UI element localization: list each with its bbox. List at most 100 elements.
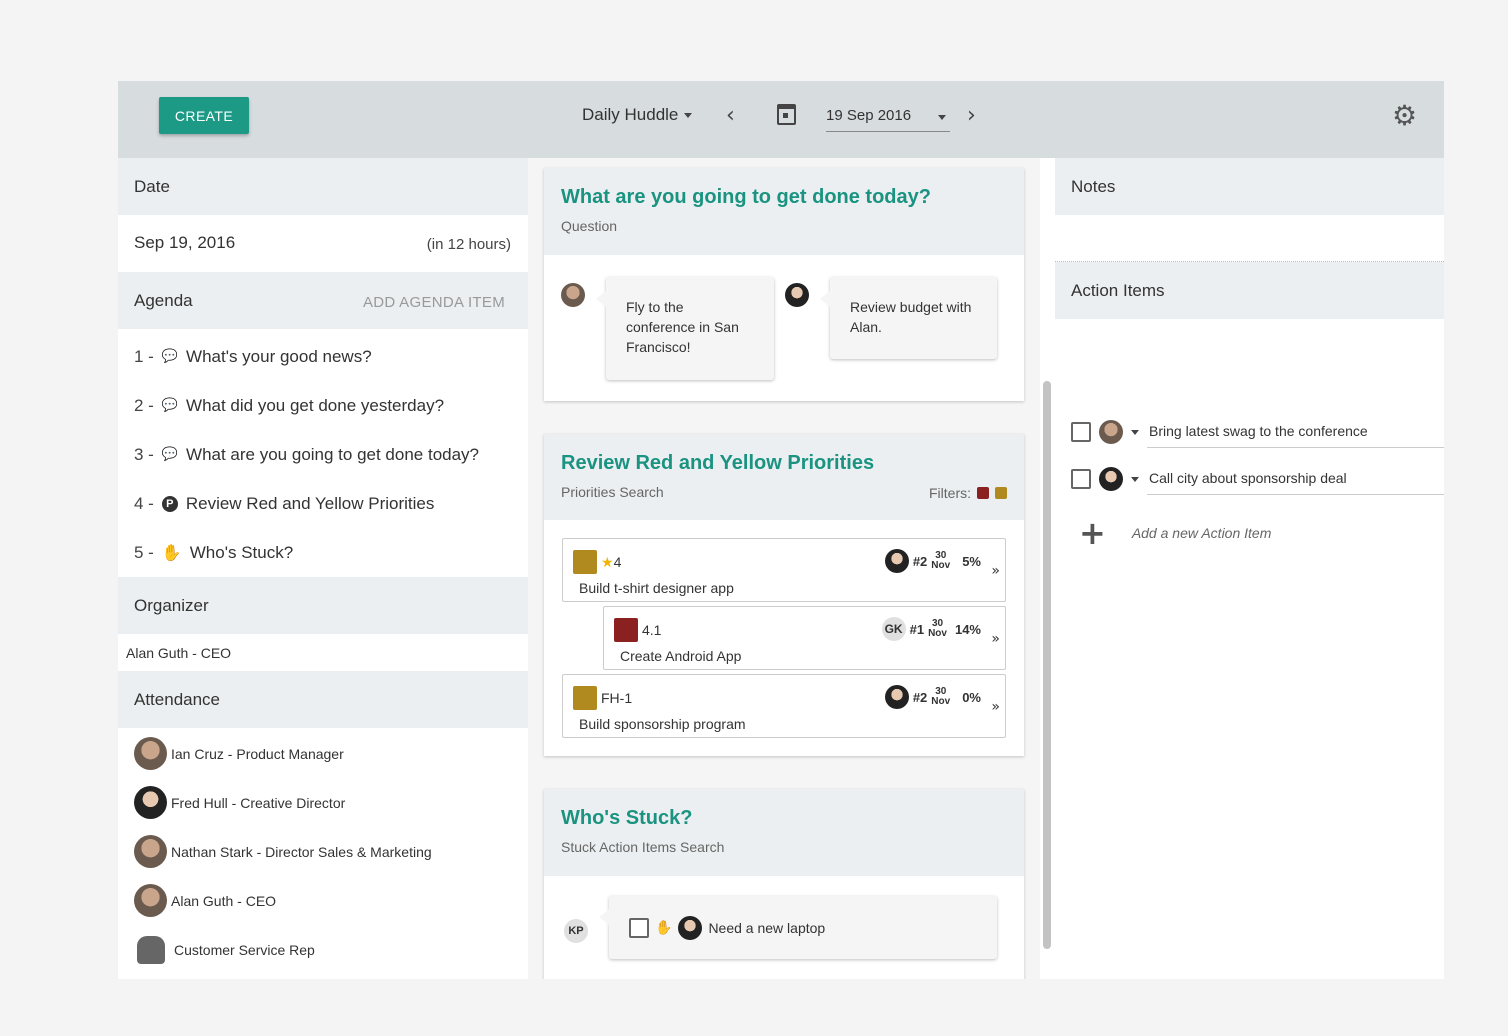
- double-chevron-right-icon[interactable]: »: [991, 631, 1000, 647]
- meeting-date: Sep 19, 2016: [134, 233, 236, 252]
- due-date: 30 Nov: [931, 551, 950, 571]
- avatar[interactable]: [1099, 420, 1123, 444]
- notes-field[interactable]: [1055, 215, 1444, 262]
- action-item-checkbox[interactable]: [1071, 469, 1091, 489]
- priority-icon: P: [161, 495, 178, 512]
- plus-icon[interactable]: +: [1079, 517, 1106, 549]
- priority-meta: #2 30 Nov 5%: [884, 549, 981, 573]
- priority-progress: 5%: [962, 553, 981, 569]
- yellow-filter-chip[interactable]: [995, 487, 1007, 499]
- filters-label: Filters:: [929, 485, 971, 501]
- owner-initials: KP: [564, 919, 588, 943]
- priority-number: 4: [613, 554, 622, 570]
- agenda-item[interactable]: 4 - P Review Red and Yellow Priorities: [118, 479, 528, 528]
- chevron-right-icon[interactable]: ›: [967, 103, 976, 128]
- answer-bubble: Fly to the conference in San Francisco!: [596, 277, 774, 380]
- agenda-item[interactable]: 1 - 💬 What's your good news?: [118, 332, 528, 381]
- priority-progress: 0%: [962, 689, 981, 705]
- double-chevron-right-icon[interactable]: »: [991, 699, 1000, 715]
- avatar: [134, 835, 167, 868]
- stuck-item-checkbox[interactable]: [629, 917, 649, 938]
- agenda-label: What did you get done yesterday?: [186, 395, 445, 415]
- due-date: 30 Nov: [931, 687, 950, 707]
- agenda-label: What are you going to get done today?: [186, 444, 480, 464]
- priority-id: 4.1: [642, 622, 662, 638]
- agenda-content-panel: What are you going to get done today? Qu…: [528, 158, 1040, 979]
- agenda-number: 3 -: [134, 444, 154, 464]
- add-agenda-item-button[interactable]: ADD AGENDA ITEM: [363, 294, 505, 311]
- avatar[interactable]: [1099, 467, 1123, 491]
- due-date: 30 Nov: [928, 619, 947, 639]
- agenda-item[interactable]: 2 - 💬 What did you get done yesterday?: [118, 381, 528, 430]
- action-item-checkbox[interactable]: [1071, 422, 1091, 442]
- due-month: Nov: [931, 696, 951, 707]
- priority-meta: #2 30 Nov 0%: [884, 685, 981, 709]
- attendee-row[interactable]: Ian Cruz - Product Manager: [118, 729, 528, 778]
- priority-name: Create Android App: [620, 648, 742, 664]
- notes-action-panel: Notes Action Items Bring latest swag to …: [1055, 158, 1444, 979]
- hand-icon: ✋: [655, 919, 673, 936]
- priority-color-swatch: [573, 686, 597, 710]
- priority-progress: 14%: [954, 621, 981, 637]
- meeting-selector[interactable]: Daily Huddle: [582, 105, 693, 125]
- card-title: Who's Stuck?: [561, 807, 693, 829]
- avatar: [134, 884, 167, 917]
- card-title: Review Red and Yellow Priorities: [561, 452, 875, 474]
- avatar: [884, 685, 909, 709]
- answer-bubble: Review budget with Alan.: [820, 277, 997, 359]
- agenda-list: 1 - 💬 What's your good news? 2 - 💬 What …: [118, 329, 528, 577]
- date-header: Date: [118, 158, 528, 215]
- chevron-down-icon: [684, 112, 693, 118]
- stuck-item-bubble: ✋ Need a new laptop: [599, 896, 997, 959]
- avatar: [678, 915, 703, 940]
- action-item-text[interactable]: Call city about sponsorship deal: [1147, 464, 1444, 495]
- action-item-row[interactable]: Bring latest swag to the conference: [1071, 417, 1444, 448]
- avatar: [134, 786, 167, 819]
- priority-name: Build t-shirt designer app: [579, 580, 734, 596]
- agenda-item[interactable]: 5 - ✋ Who's Stuck?: [118, 528, 528, 577]
- action-item-text[interactable]: Bring latest swag to the conference: [1147, 417, 1444, 448]
- app-window: CREATE Daily Huddle ‹ 19 Sep 2016 › ⚙ Da…: [118, 81, 1444, 979]
- action-items-header: Action Items: [1055, 262, 1444, 319]
- card-header: Who's Stuck? Stuck Action Items Search: [544, 789, 1024, 876]
- attendee-row[interactable]: Nathan Stark - Director Sales & Marketin…: [118, 827, 528, 876]
- red-filter-chip[interactable]: [977, 487, 989, 499]
- scrollbar[interactable]: [1043, 381, 1051, 949]
- chevron-left-icon[interactable]: ‹: [726, 103, 735, 128]
- agenda-number: 5 -: [134, 542, 154, 562]
- date-row: Sep 19, 2016 (in 12 hours): [118, 215, 528, 272]
- attendee-name: Customer Service Rep: [174, 941, 315, 958]
- user-icon: [137, 935, 165, 964]
- add-action-item-input[interactable]: Add a new Action Item: [1132, 525, 1272, 541]
- owner-initials: GK: [881, 617, 906, 641]
- attendee-row[interactable]: Alan Guth - CEO: [118, 876, 528, 925]
- priorities-card: Review Red and Yellow Priorities Priorit…: [544, 434, 1024, 756]
- card-title: What are you going to get done today?: [561, 186, 931, 208]
- priority-row[interactable]: FH-1 Build sponsorship program #2 30 Nov …: [562, 674, 1006, 738]
- priority-row[interactable]: ★4 Build t-shirt designer app #2 30 Nov 5…: [562, 538, 1006, 602]
- attendee-row[interactable]: Fred Hull - Creative Director: [118, 778, 528, 827]
- chevron-down-icon[interactable]: [938, 115, 946, 120]
- double-chevron-right-icon[interactable]: »: [991, 563, 1000, 579]
- agenda-number: 4 -: [134, 493, 154, 513]
- attendee-name: Alan Guth - CEO: [171, 892, 277, 909]
- gear-icon[interactable]: ⚙: [1392, 102, 1417, 130]
- relative-time: (in 12 hours): [426, 236, 511, 253]
- create-button[interactable]: CREATE: [159, 97, 249, 134]
- agenda-title: Agenda: [134, 291, 193, 310]
- agenda-item[interactable]: 3 - 💬 What are you going to get done tod…: [118, 430, 528, 479]
- priority-row[interactable]: 4.1 Create Android App GK #1 30 Nov 14% »: [603, 606, 1006, 670]
- action-item-row[interactable]: Call city about sponsorship deal: [1071, 464, 1444, 495]
- meeting-name: Daily Huddle: [582, 105, 679, 124]
- chevron-down-icon[interactable]: [1131, 429, 1139, 435]
- calendar-icon[interactable]: [777, 104, 796, 125]
- card-header: Review Red and Yellow Priorities Priorit…: [544, 434, 1024, 520]
- chevron-down-icon[interactable]: [1131, 476, 1139, 482]
- attendee-name: Fred Hull - Creative Director: [171, 794, 346, 811]
- priority-meta: GK #1 30 Nov 14%: [881, 617, 981, 641]
- agenda-header: Agenda ADD AGENDA ITEM: [118, 272, 528, 329]
- filters: Filters:: [929, 485, 1007, 501]
- attendee-row[interactable]: Customer Service Rep: [118, 925, 528, 974]
- add-action-item[interactable]: + Add a new Action Item: [1079, 517, 1271, 549]
- date-field[interactable]: 19 Sep 2016: [826, 102, 950, 132]
